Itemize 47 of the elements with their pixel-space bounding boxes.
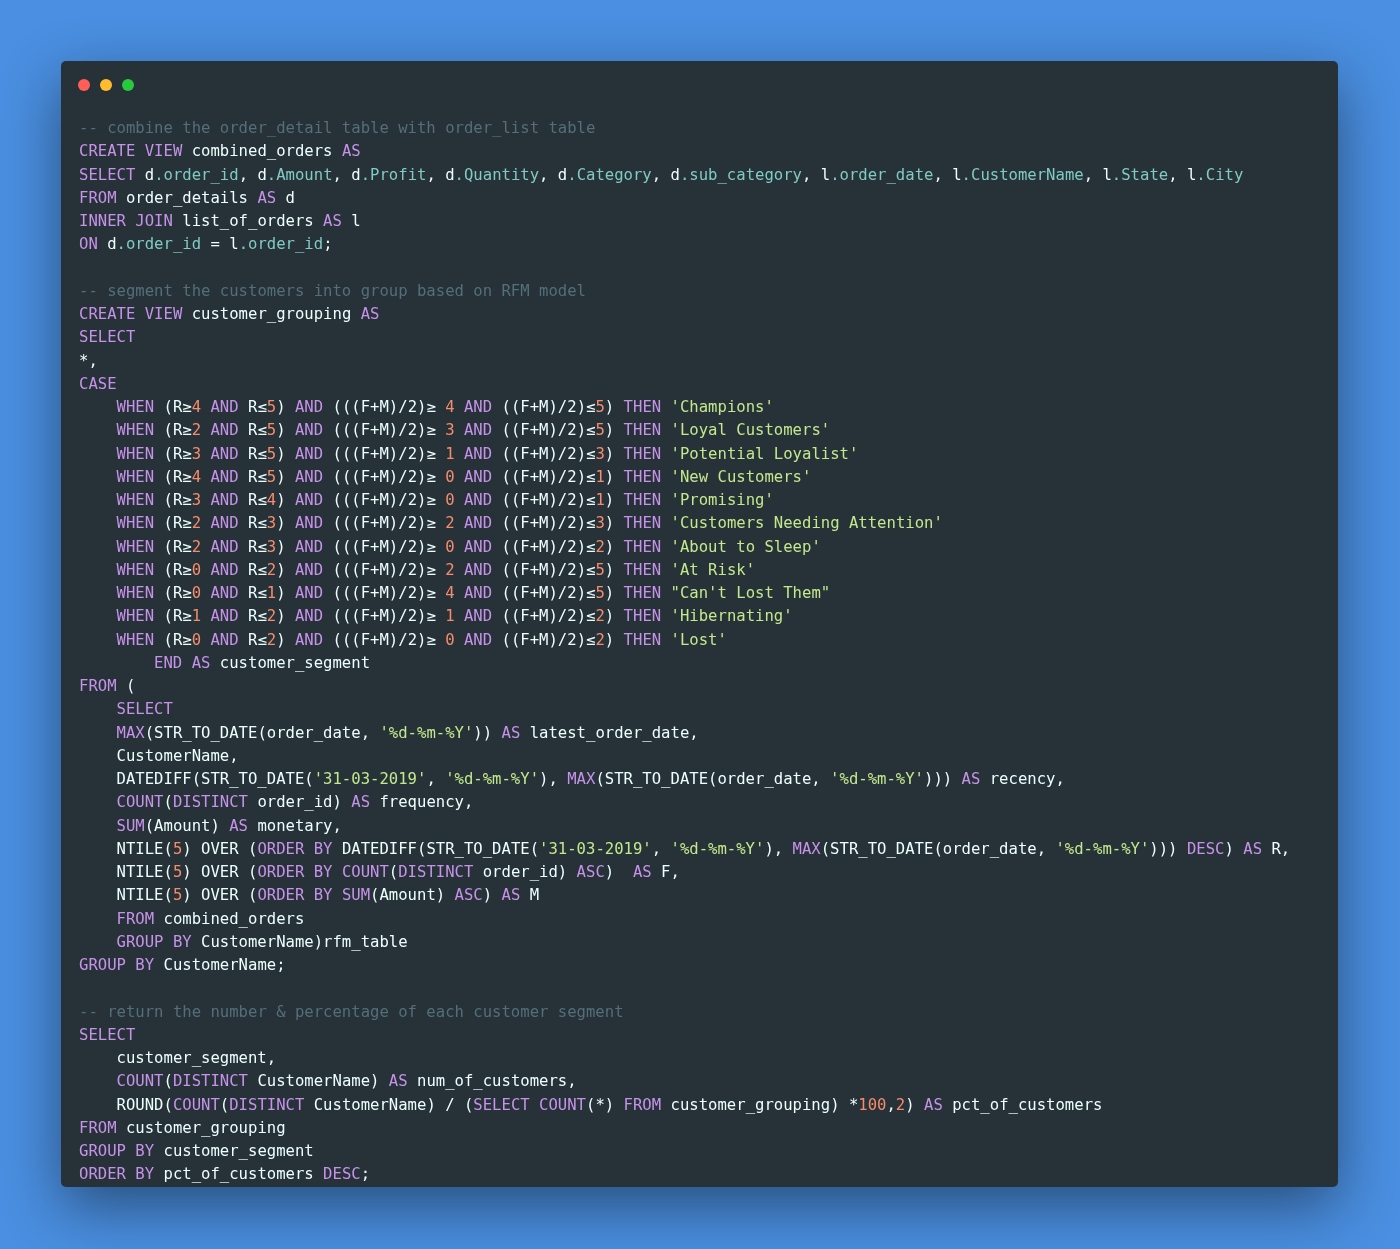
code-line: MAX(STR_TO_DATE(order_date, '%d-%m-%Y')) AS latest_order_date,	[115, 722, 699, 744]
code-line: WHEN (R≥4 AND R≤5) AND (((F+M)/2)≥ 0 AND ((F+M)/2)≤1) THEN 'New Customers'	[115, 466, 812, 488]
code-comment: -- combine the order_detail table with order_list table	[79, 118, 596, 139]
code-line: WHEN (R≥2 AND R≤3) AND (((F+M)/2)≥ 0 AND ((F+M)/2)≤2) THEN 'About to Sleep'	[115, 536, 821, 558]
code-line: DATEDIFF(STR_TO_DATE('31-03-2019', '%d-%m-%Y'), MAX(STR_TO_DATE(order_date, '%d-%m-%Y'))) AS recency,	[115, 769, 1065, 790]
code-line: WHEN (R≥4 AND R≤5) AND (((F+M)/2)≥ 4 AND ((F+M)/2)≤5) THEN 'Champions'	[115, 397, 774, 418]
code-line: INNER JOIN list_of_orders AS l	[79, 211, 361, 232]
code-line: NTILE(5) OVER (ORDER BY COUNT(DISTINCT order_id) ASC) AS F,	[115, 862, 680, 883]
window-control-button[interactable]	[100, 79, 112, 91]
code-line: CustomerName,	[115, 745, 239, 767]
code-line: WHEN (R≥0 AND R≤1) AND (((F+M)/2)≥ 4 AND ((F+M)/2)≤5) THEN "Can't Lost Them"	[115, 583, 831, 604]
code-line: GROUP BY CustomerName;	[79, 955, 286, 976]
code-line: WHEN (R≥3 AND R≤5) AND (((F+M)/2)≥ 1 AND ((F+M)/2)≤3) THEN 'Potential Loyalist'	[115, 443, 859, 465]
code-line: WHEN (R≥0 AND R≤2) AND (((F+M)/2)≥ 0 AND ((F+M)/2)≤2) THEN 'Lost'	[115, 629, 727, 651]
code-line: COUNT(DISTINCT CustomerName) AS num_of_customers,	[115, 1071, 577, 1093]
code-line: CREATE VIEW customer_grouping AS	[79, 304, 380, 325]
window-control-button[interactable]	[78, 79, 90, 91]
code-line: ON d.order_id = l.order_id;	[79, 234, 333, 256]
code-line: COUNT(DISTINCT order_id) AS frequency,	[115, 792, 474, 814]
code-line: FROM order_details AS d	[79, 187, 295, 209]
code-line: CREATE VIEW combined_orders AS	[79, 141, 361, 163]
code-line: GROUP BY CustomerName)rfm_table	[115, 931, 408, 953]
code-line: SELECT	[115, 699, 173, 721]
code-line: END AS customer_segment	[153, 652, 371, 674]
code-comment: -- segment the customers into group based on RFM model	[79, 280, 586, 302]
code-line: WHEN (R≥2 AND R≤5) AND (((F+M)/2)≥ 3 AND ((F+M)/2)≤5) THEN 'Loyal Customers'	[115, 420, 831, 442]
code-line: *,	[79, 350, 98, 372]
code-line: SELECT d.order_id, d.Amount, d.Profit, d.Quantity, d.Category, d.sub_category, l.order_date, l.CustomerName, l.State, l.City	[79, 164, 1244, 186]
code-line: GROUP BY customer_segment	[79, 1141, 314, 1162]
code-line: NTILE(5) OVER (ORDER BY SUM(Amount) ASC) AS M	[115, 885, 540, 907]
code-line: WHEN (R≥0 AND R≤2) AND (((F+M)/2)≥ 2 AND ((F+M)/2)≤5) THEN 'At Risk'	[115, 559, 756, 581]
code-line: ORDER BY pct_of_customers DESC;	[79, 1164, 371, 1186]
code-comment: -- return the number & percentage of each customer segment	[79, 1001, 624, 1023]
code-line: FROM (	[79, 676, 136, 697]
code-line: ROUND(COUNT(DISTINCT CustomerName) / (SELECT COUNT(*) FROM customer_grouping) *100,2) AS pct_of_customers	[115, 1094, 1103, 1116]
code-line: SUM(Amount) AS monetary,	[115, 815, 342, 837]
code-line: WHEN (R≥1 AND R≤2) AND (((F+M)/2)≥ 1 AND ((F+M)/2)≤2) THEN 'Hibernating'	[115, 606, 793, 628]
code-line: customer_segment,	[115, 1048, 277, 1069]
code-line: FROM combined_orders	[115, 908, 305, 930]
code-line: WHEN (R≥3 AND R≤4) AND (((F+M)/2)≥ 0 AND ((F+M)/2)≤1) THEN 'Promising'	[115, 490, 774, 511]
code-line: NTILE(5) OVER (ORDER BY DATEDIFF(STR_TO_DATE('31-03-2019', '%d-%m-%Y'), MAX(STR_TO_DATE(order_date, '%d-%m-%Y'))) DESC) AS R,	[115, 838, 1291, 860]
code-line: SELECT	[79, 1024, 136, 1046]
window-control-button[interactable]	[122, 79, 134, 91]
code-line: CASE	[79, 373, 117, 395]
code-line: FROM customer_grouping	[79, 1117, 286, 1139]
code-line: WHEN (R≥2 AND R≤3) AND (((F+M)/2)≥ 2 AND ((F+M)/2)≤3) THEN 'Customers Needing Attention'	[115, 513, 943, 535]
code-line: SELECT	[79, 327, 136, 349]
